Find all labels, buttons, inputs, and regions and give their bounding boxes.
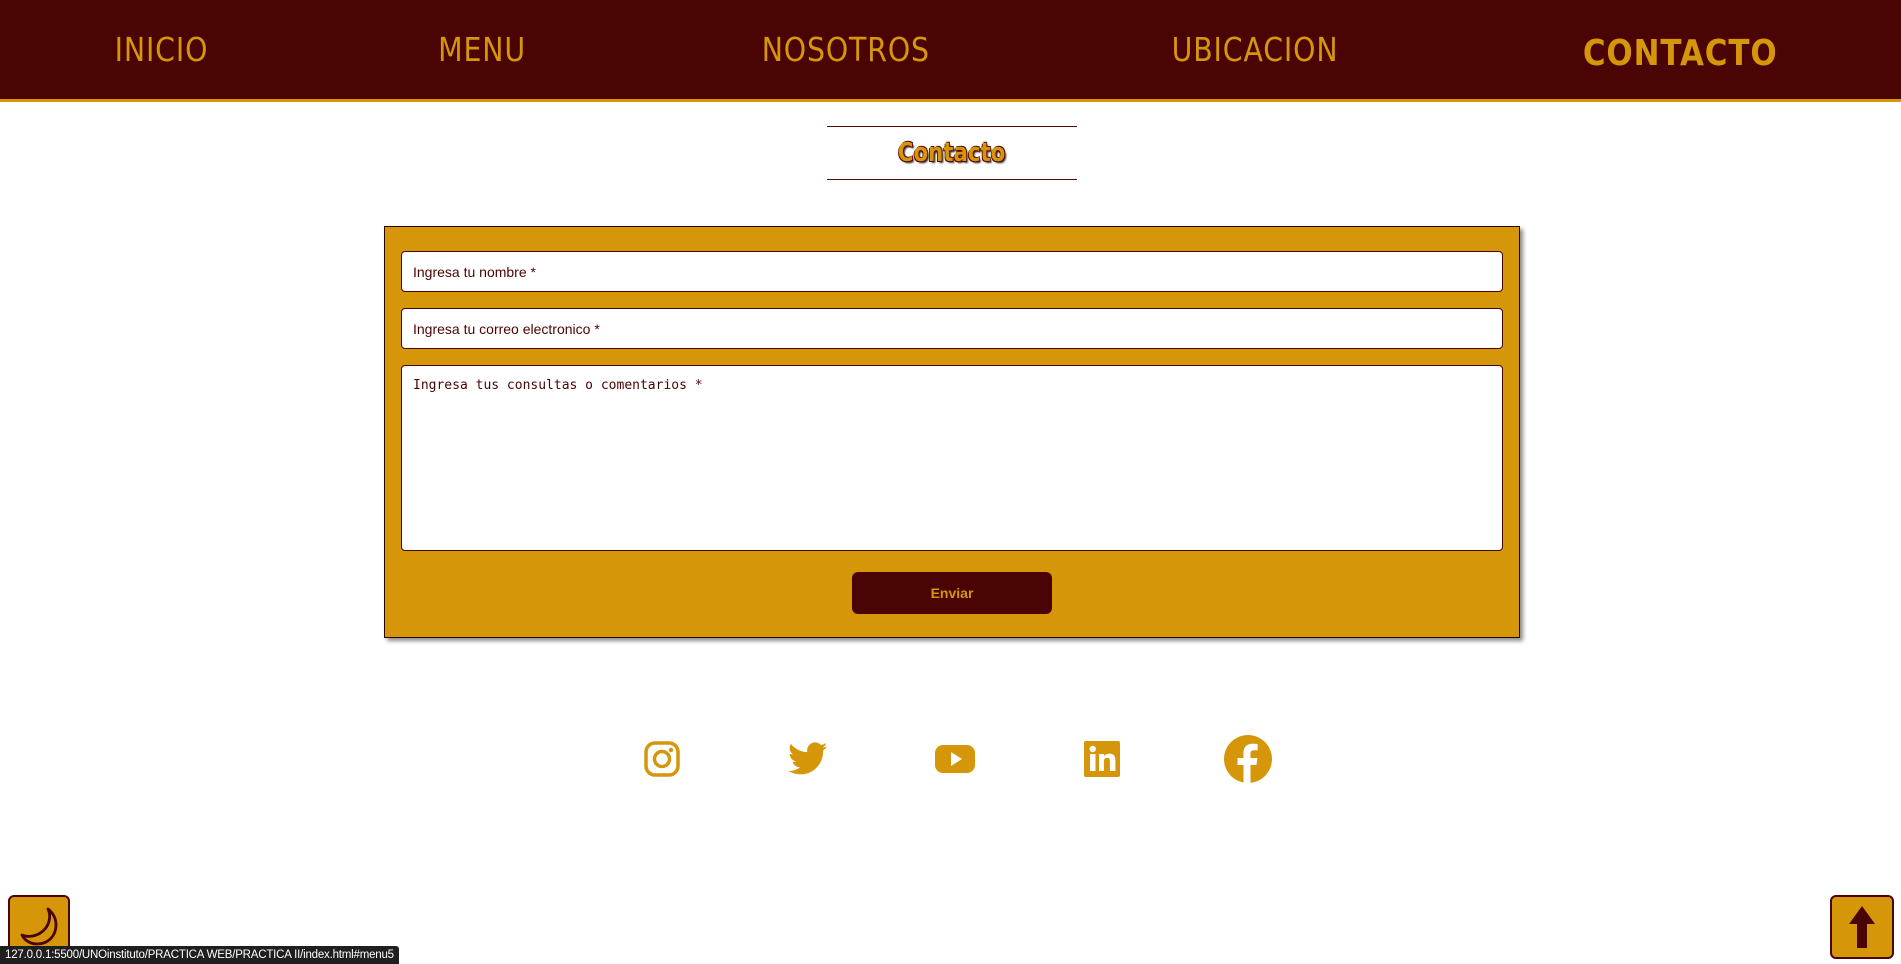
section-title-frame: Contacto: [827, 126, 1077, 180]
scroll-to-top-button[interactable]: [1830, 895, 1894, 959]
linkedin-link[interactable]: [1077, 734, 1127, 784]
instagram-link[interactable]: [637, 734, 687, 784]
social-links: [637, 734, 1273, 784]
browser-status-url: 127.0.0.1:5500/UNOinstituto/PRACTICA WEB…: [0, 946, 399, 964]
section-title: Contacto: [898, 138, 1006, 168]
moon-icon: [20, 907, 58, 946]
facebook-link[interactable]: [1223, 734, 1273, 784]
twitter-icon: [788, 742, 828, 775]
name-input[interactable]: [401, 251, 1503, 292]
instagram-icon: [644, 741, 680, 777]
facebook-icon: [1224, 735, 1272, 783]
nav-item-inicio[interactable]: INICIO: [98, 24, 226, 75]
email-input[interactable]: [401, 308, 1503, 349]
send-button[interactable]: Enviar: [852, 572, 1052, 614]
top-navbar: INICIO MENU NOSOTROS UBICACION CONTACTO: [0, 0, 1901, 102]
nav-item-contacto[interactable]: CONTACTO: [1566, 27, 1795, 80]
arrow-up-icon: [1849, 906, 1875, 948]
youtube-icon: [935, 745, 975, 773]
message-textarea[interactable]: [401, 365, 1503, 551]
linkedin-icon: [1084, 741, 1120, 777]
twitter-link[interactable]: [783, 734, 833, 784]
youtube-link[interactable]: [930, 734, 980, 784]
nav-item-ubicacion[interactable]: UBICACION: [1155, 24, 1356, 75]
contact-form: Enviar: [384, 226, 1520, 638]
nav-item-menu[interactable]: MENU: [421, 24, 543, 75]
nav-item-nosotros[interactable]: NOSOTROS: [745, 24, 948, 75]
